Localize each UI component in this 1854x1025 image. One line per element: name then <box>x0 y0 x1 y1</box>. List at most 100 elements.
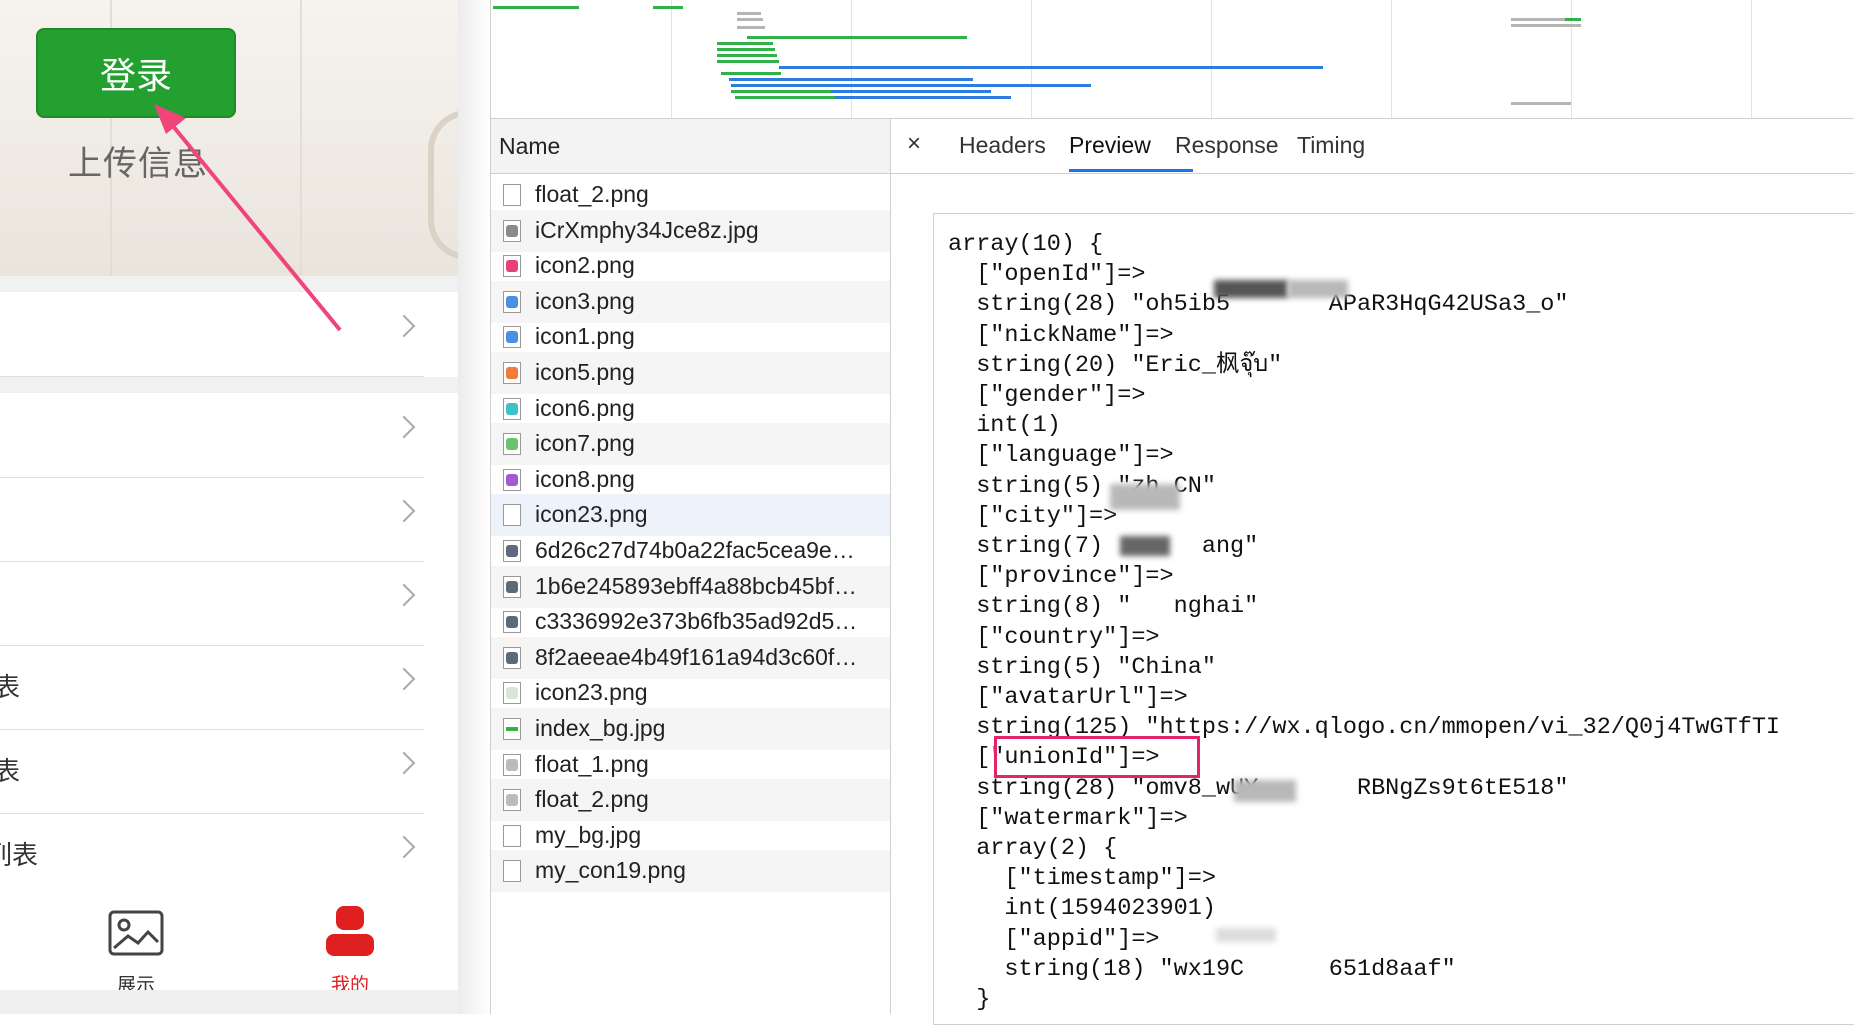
chevron-right-icon <box>392 835 416 859</box>
timeline-bar <box>737 12 761 15</box>
teal-icon <box>503 397 521 420</box>
chevron-right-icon <box>392 583 416 607</box>
timeline-bar <box>731 84 1091 87</box>
timeline-bar <box>1511 102 1571 105</box>
blue-icon <box>503 326 521 349</box>
timeline-bar <box>1565 18 1581 21</box>
timeline-bar <box>831 90 991 93</box>
timeline-bar <box>717 54 777 57</box>
request-file-name: icon5.png <box>535 359 635 385</box>
timeline-bar <box>653 6 683 9</box>
tab-timing[interactable]: Timing <box>1297 132 1365 159</box>
tab-preview[interactable]: Preview <box>1069 132 1151 159</box>
chevron-right-icon <box>392 314 416 338</box>
photo-icon <box>503 575 521 598</box>
devtools-network-panel: Name float_2.png iCrXmphy34Jce8z.jpg icon2… <box>490 0 1854 1025</box>
tab-showcase[interactable]: 展示 <box>76 898 196 996</box>
timeline-bar <box>731 90 831 93</box>
green-icon <box>503 433 521 456</box>
redaction-blur <box>1110 484 1180 510</box>
timeline-bar <box>1511 24 1581 27</box>
request-file-name: icon23.png <box>535 679 648 706</box>
panel-gutter <box>458 0 490 1014</box>
menu-item[interactable] <box>0 477 424 562</box>
request-file-name: icon2.png <box>535 252 635 279</box>
request-file-name: index_bg.jpg <box>535 715 666 741</box>
request-file-name: float_2.png <box>535 181 649 207</box>
upload-info-label: 上传信息 <box>68 144 208 184</box>
picture-icon <box>108 910 164 956</box>
timeline-bar <box>735 96 835 99</box>
timeline-bar <box>721 72 781 75</box>
menu-item[interactable] <box>0 561 424 646</box>
photo-icon <box>503 611 521 634</box>
request-file-name: icon3.png <box>535 287 635 314</box>
request-file-name: icon23.png <box>535 501 648 528</box>
green-bar-icon <box>503 718 521 740</box>
request-file-name: my_con19.png <box>535 857 686 884</box>
tab-headers[interactable]: Headers <box>959 132 1046 159</box>
chevron-right-icon <box>392 667 416 691</box>
section-divider <box>0 377 458 393</box>
blank-file-icon <box>503 184 521 206</box>
person-icon <box>326 906 374 956</box>
small-icon <box>503 789 521 812</box>
request-file-name: 1b6e245893ebff4a88bcb45bf… <box>535 572 857 599</box>
request-file-name: icon8.png <box>535 465 635 492</box>
request-file-name: 6d26c27d74b0a22fac5cea9e… <box>535 537 855 563</box>
timeline-gridline <box>1391 0 1392 118</box>
blank-file-icon <box>503 860 521 883</box>
tab-mine[interactable]: 我的 <box>290 898 410 996</box>
request-detail-pane: × Headers Preview Response Timing array(… <box>891 119 1854 1025</box>
redaction-blur <box>1120 536 1170 556</box>
timeline-bar <box>779 66 1323 69</box>
name-column-header[interactable]: Name <box>491 119 890 174</box>
request-file-name: icon7.png <box>535 430 635 457</box>
redaction-blur <box>1216 928 1276 942</box>
timeline-gridline <box>671 0 672 118</box>
chevron-right-icon <box>392 415 416 439</box>
menu-item-label: 列表 <box>0 841 39 871</box>
menu-item[interactable]: 表 <box>0 645 424 730</box>
timeline-bar <box>717 48 775 51</box>
menu-item[interactable]: 表 <box>0 729 424 814</box>
photo-icon <box>503 646 521 669</box>
tab-response[interactable]: Response <box>1175 132 1279 159</box>
request-file-name: 8f2aeeae4b49f161a94d3c60f… <box>535 643 858 670</box>
menu-item[interactable] <box>0 292 424 377</box>
blank-file-icon <box>503 824 521 847</box>
detail-tab-bar: × Headers Preview Response Timing <box>891 119 1854 174</box>
unionid-highlight-box <box>994 736 1200 778</box>
section-divider <box>0 276 458 292</box>
request-file-name: icon1.png <box>535 323 635 350</box>
redaction-blur <box>1288 280 1348 298</box>
timeline-gridline <box>851 0 852 118</box>
login-button[interactable]: 登录 <box>36 28 236 118</box>
timeline-bar <box>1511 18 1565 21</box>
purple-icon <box>503 468 521 491</box>
request-file-name: float_2.png <box>535 786 649 813</box>
request-file-name: icon6.png <box>535 394 635 421</box>
timeline-gridline <box>1211 0 1212 118</box>
timeline-gridline <box>1751 0 1752 118</box>
blank-file-icon <box>503 504 521 527</box>
close-icon[interactable]: × <box>907 130 921 158</box>
timeline-bar <box>729 78 973 81</box>
response-preview[interactable]: array(10) { ["openId"]=> string(28) "oh5… <box>933 213 1854 1025</box>
timeline-bar <box>717 60 779 63</box>
faint-icon <box>503 682 521 705</box>
request-name-column: Name float_2.png iCrXmphy34Jce8z.jpg icon2… <box>491 119 891 1014</box>
timeline-bar <box>737 26 765 29</box>
request-row[interactable]: my_con19.png <box>491 850 890 893</box>
orange-icon <box>503 362 521 384</box>
mobile-app-panel: 登录 上传信息 表 表 列表 展示 <box>0 0 458 1014</box>
menu-item[interactable] <box>0 393 424 478</box>
timeline-bar <box>717 42 773 45</box>
timeline-bar <box>493 6 579 9</box>
network-overview-timeline[interactable] <box>491 0 1854 119</box>
pink-icon <box>503 255 521 278</box>
menu-item-label: 表 <box>0 757 21 787</box>
chevron-right-icon <box>392 499 416 523</box>
timeline-bar <box>747 36 967 39</box>
request-file-name: float_1.png <box>535 750 649 777</box>
